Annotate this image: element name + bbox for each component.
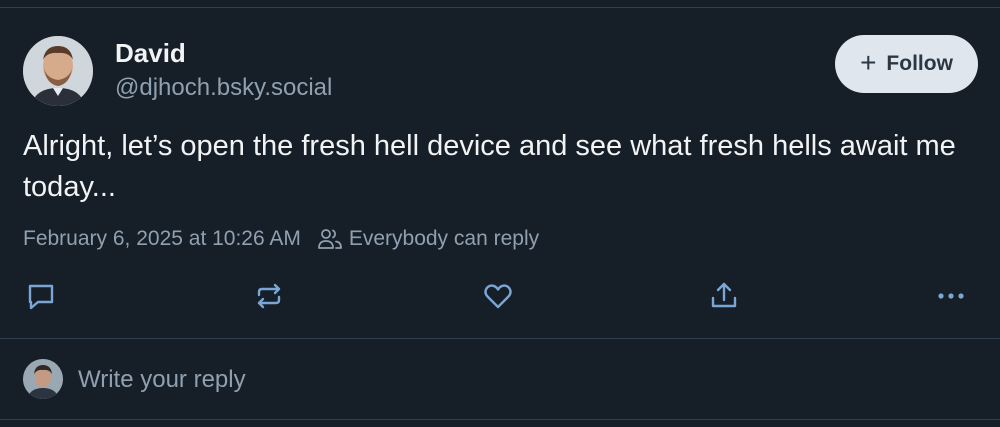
share-button[interactable] bbox=[704, 276, 744, 316]
more-options-button[interactable] bbox=[931, 276, 971, 316]
plus-icon: + bbox=[860, 46, 877, 78]
author-avatar[interactable] bbox=[23, 36, 93, 106]
post-actions bbox=[0, 276, 1000, 316]
follow-button-label: Follow bbox=[886, 52, 953, 75]
current-user-avatar bbox=[23, 359, 63, 399]
author-handle[interactable]: @djhoch.bsky.social bbox=[115, 74, 332, 102]
more-icon bbox=[938, 293, 964, 299]
post-meta: February 6, 2025 at 10:26 AM Everybody c… bbox=[23, 227, 539, 251]
repost-icon bbox=[257, 283, 281, 309]
post-text: Alright, let’s open the fresh hell devic… bbox=[23, 130, 956, 203]
repost-button[interactable] bbox=[249, 276, 289, 316]
share-icon bbox=[711, 282, 737, 308]
reply-setting-label: Everybody can reply bbox=[348, 227, 540, 250]
like-button[interactable] bbox=[478, 276, 518, 316]
reply-button[interactable] bbox=[21, 276, 61, 316]
reply-input-placeholder[interactable]: Write your reply bbox=[78, 366, 246, 394]
bottom-divider bbox=[0, 419, 1000, 420]
heart-icon bbox=[484, 284, 512, 309]
comment-icon bbox=[28, 284, 54, 310]
post-timestamp[interactable]: February 6, 2025 at 10:26 AM bbox=[23, 227, 301, 251]
author-display-name[interactable]: David bbox=[115, 38, 186, 69]
reply-setting[interactable]: Everybody can reply bbox=[317, 227, 539, 251]
reply-composer[interactable]: Write your reply bbox=[0, 339, 1000, 419]
people-icon bbox=[317, 229, 342, 249]
follow-button[interactable]: + Follow bbox=[835, 35, 978, 93]
post-thread-item: David @djhoch.bsky.social + Follow Alrig… bbox=[0, 8, 1000, 338]
